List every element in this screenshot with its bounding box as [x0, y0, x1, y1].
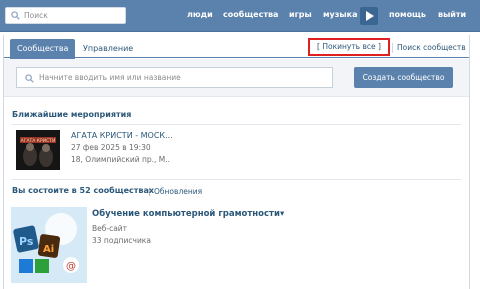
global-search-input[interactable]: [24, 8, 124, 23]
filter-area: Создать сообщество: [4, 59, 469, 97]
tab-separator: [392, 43, 393, 53]
global-search-box[interactable]: [5, 7, 126, 24]
event-date: 27 фев 2025 в 19:30: [71, 143, 151, 152]
community-filter-box[interactable]: [16, 67, 333, 88]
group-type: Веб-сайт: [92, 224, 128, 233]
nav-communities[interactable]: сообщества: [223, 10, 278, 19]
section-divider: [12, 124, 461, 125]
nav-people[interactable]: люди: [187, 10, 213, 19]
nav-music[interactable]: музыка: [323, 10, 357, 19]
communities-panel: Сообщества Управление [ Покинуть все ] П…: [3, 35, 470, 289]
events-section-title: Ближайшие мероприятия: [12, 110, 132, 119]
search-communities-link[interactable]: Поиск сообществ: [397, 43, 466, 52]
event-thumb-text: АГАТА КРИСТИ: [21, 138, 56, 144]
group-title-text[interactable]: Обучение компьютерной грамотности: [92, 209, 280, 219]
nav-help[interactable]: помощь: [389, 10, 426, 19]
chevron-down-icon[interactable]: ▾: [280, 209, 284, 219]
tabs-row: Сообщества Управление [ Покинуть все ] П…: [4, 35, 469, 59]
event-title-link[interactable]: АГАТА КРИСТИ - МОСК...: [71, 131, 173, 140]
nav-games[interactable]: игры: [289, 10, 312, 19]
ai-label: Ai: [43, 244, 54, 255]
svg-text:@: @: [66, 261, 76, 272]
music-play-button[interactable]: [360, 7, 378, 25]
groups-separator: |: [148, 187, 151, 196]
group-title-link[interactable]: Обучение компьютерной грамотности▾: [92, 209, 284, 219]
ps-label: Ps: [19, 235, 34, 248]
groups-section-title: Вы состоите в 52 сообществах: [12, 186, 155, 195]
leave-all-button[interactable]: [ Покинуть все ]: [308, 38, 390, 56]
community-filter-input[interactable]: [39, 70, 329, 85]
search-icon: [25, 74, 34, 83]
event-place: 18, Олимпийский пр., М..: [71, 155, 171, 164]
nav-logout[interactable]: выйти: [438, 10, 466, 19]
tab-manage[interactable]: Управление: [83, 44, 133, 53]
play-icon: [366, 11, 374, 21]
group-avatar-image: Ps Ai @: [11, 207, 87, 283]
group-subscribers: 33 подписчика: [92, 236, 151, 245]
updates-link[interactable]: Обновления: [154, 187, 202, 196]
create-community-button[interactable]: Создать сообщество: [354, 67, 453, 88]
group-thumbnail[interactable]: Ps Ai @: [11, 207, 87, 283]
top-header-bar: люди сообщества игры музыка помощь выйти: [0, 0, 480, 32]
event-poster-image: АГАТА КРИСТИ: [16, 130, 60, 170]
event-thumbnail[interactable]: АГАТА КРИСТИ: [16, 130, 60, 170]
section-divider: [12, 179, 461, 180]
search-icon: [11, 11, 20, 20]
tab-communities[interactable]: Сообщества: [10, 39, 76, 59]
